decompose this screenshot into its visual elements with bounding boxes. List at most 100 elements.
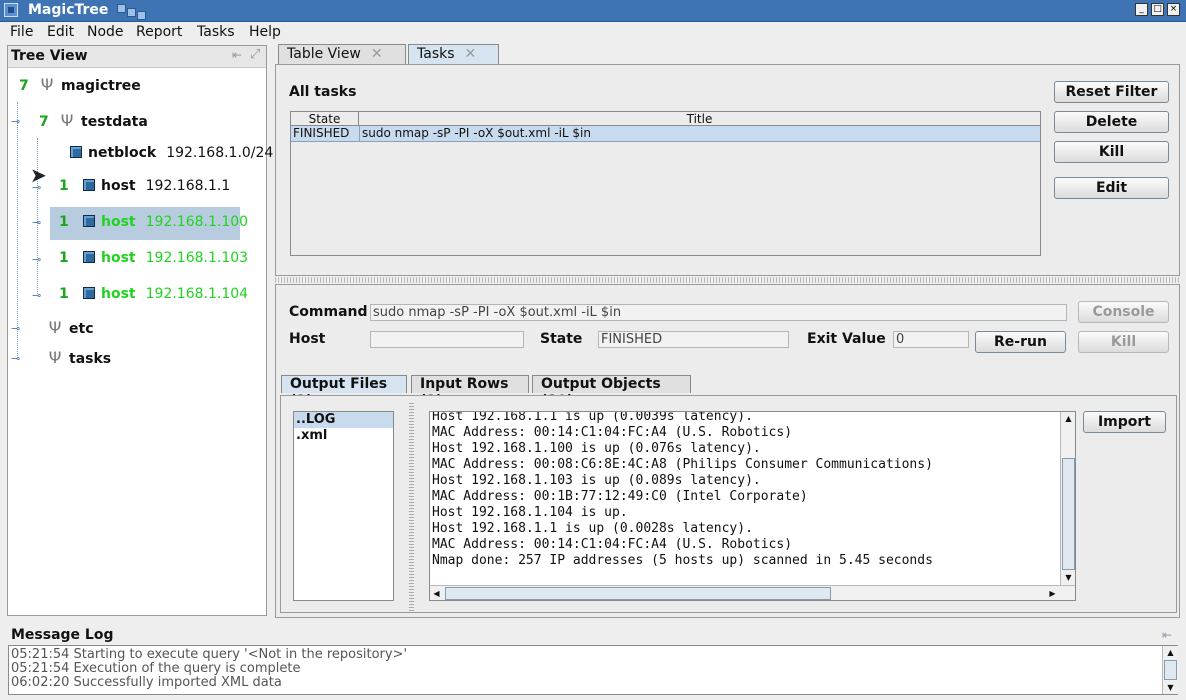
tree-node-magictree[interactable]: 7 Ψmagictree <box>19 75 141 97</box>
minimize-panel-icon[interactable]: ⇤ <box>232 48 242 62</box>
split-divider[interactable] <box>409 401 414 611</box>
scroll-up-icon[interactable]: ▲ <box>1062 412 1075 425</box>
close-icon[interactable]: × <box>1167 3 1180 16</box>
task-detail-area: Command sudo nmap -sP -PI -oX $out.xml -… <box>275 284 1180 618</box>
log-line: 06:02:20 Successfully imported XML data <box>11 675 282 690</box>
cube-icon <box>83 179 95 191</box>
maximize-panel-icon[interactable]: ⤢ <box>250 47 260 62</box>
command-field[interactable]: sudo nmap -sP -PI -oX $out.xml -iL $in <box>370 304 1067 321</box>
expand-toggle-icon[interactable]: ⊸ <box>32 253 41 266</box>
expand-toggle-icon[interactable]: ⊸ <box>11 352 20 365</box>
tree-node-netblock[interactable]: netblock 192.168.1.0/24 <box>60 145 273 167</box>
tree-node-host-104[interactable]: 1 host 192.168.1.104 <box>59 286 248 308</box>
console-button[interactable]: Console <box>1078 301 1169 323</box>
output-text-area[interactable]: Host 192.168.1.1 is up (0.0039s latency)… <box>429 411 1076 601</box>
exit-value-field[interactable]: 0 <box>893 331 969 348</box>
delete-button[interactable]: Delete <box>1054 111 1169 133</box>
maximize-icon[interactable]: □ <box>1151 3 1164 16</box>
title-bar: MagicTree _ □ × <box>0 0 1186 22</box>
menu-node[interactable]: Node <box>87 24 124 40</box>
scroll-right-icon[interactable]: ▶ <box>1046 587 1059 600</box>
cell-title: sudo nmap -sP -PI -oX $out.xml -iL $in <box>362 126 591 140</box>
host-label: Host <box>289 331 326 347</box>
tab-output-files[interactable]: Output Files (2) <box>281 375 407 409</box>
menu-edit[interactable]: Edit <box>47 24 74 40</box>
expand-toggle-icon[interactable]: ⊸ <box>11 322 20 335</box>
cell-divider <box>359 126 360 141</box>
scroll-thumb[interactable] <box>445 587 831 600</box>
column-header-state[interactable]: State <box>291 112 359 126</box>
main-panel: Table View ✕ Tasks ✕ All tasks State Title… <box>275 44 1180 618</box>
node-label: etc <box>69 321 94 337</box>
tab-tasks[interactable]: Tasks ✕ <box>408 44 499 64</box>
node-label: magictree <box>61 78 141 94</box>
vertical-scrollbar[interactable]: ▲ ▼ <box>1060 412 1075 585</box>
tab-table-view[interactable]: Table View ✕ <box>278 44 406 64</box>
horizontal-scrollbar[interactable]: ◀ ▶ <box>430 585 1075 600</box>
column-header-title[interactable]: Title <box>359 112 1040 126</box>
split-divider[interactable] <box>275 277 1180 283</box>
menu-tasks[interactable]: Tasks <box>197 24 235 40</box>
tree-node-host-1[interactable]: 1 host 192.168.1.1 <box>59 178 230 200</box>
scroll-thumb[interactable] <box>1062 458 1075 570</box>
output-files-panel: ..LOG .xml Host 192.168.1.1 is up (0.003… <box>280 395 1177 613</box>
rerun-button[interactable]: Re-run <box>975 331 1066 353</box>
tree-node-testdata[interactable]: 7 Ψtestdata <box>39 111 148 133</box>
vertical-scrollbar[interactable]: ▲ ▼ <box>1162 646 1178 694</box>
host-field[interactable] <box>370 331 524 348</box>
state-field[interactable]: FINISHED <box>598 331 789 348</box>
expand-toggle-icon[interactable]: ⊸ <box>32 216 41 229</box>
expand-toggle-icon[interactable]: ⊸ <box>32 289 41 302</box>
reset-filter-button[interactable]: Reset Filter <box>1054 81 1169 103</box>
expand-toggle-icon[interactable]: ⊸ <box>11 115 20 128</box>
close-tab-icon[interactable]: ✕ <box>465 46 477 62</box>
log-line: 05:21:54 Starting to execute query '<Not… <box>11 647 408 662</box>
menu-help[interactable]: Help <box>249 24 281 40</box>
output-line: MAC Address: 00:14:C1:04:FC:A4 (U.S. Rob… <box>432 425 793 440</box>
table-row[interactable]: FINISHED sudo nmap -sP -PI -oX $out.xml … <box>291 126 1040 142</box>
node-count: 7 <box>39 114 49 130</box>
node-label: host <box>101 214 136 230</box>
output-line: MAC Address: 00:1B:77:12:49:C0 (Intel Co… <box>432 489 808 504</box>
output-line: Nmap done: 257 IP addresses (5 hosts up)… <box>432 553 933 568</box>
import-button[interactable]: Import <box>1083 411 1166 433</box>
kill-button[interactable]: Kill <box>1078 331 1169 353</box>
scroll-thumb[interactable] <box>1164 660 1177 680</box>
node-address: 192.168.1.1 <box>145 178 231 194</box>
node-label: host <box>101 250 136 266</box>
cell-state: FINISHED <box>293 126 350 140</box>
file-item-xml[interactable]: .xml <box>294 428 393 444</box>
output-line: Host 192.168.1.1 is up (0.0028s latency)… <box>432 521 753 536</box>
tree-node-host-100[interactable]: 1 host 192.168.1.100 <box>59 214 248 236</box>
scroll-left-icon[interactable]: ◀ <box>430 587 443 600</box>
edit-button[interactable]: Edit <box>1054 177 1169 199</box>
tree-view-header: Tree View ⇤ ⤢ <box>8 46 266 68</box>
message-log-header: Message Log ⇤ <box>8 626 1178 644</box>
menu-report[interactable]: Report <box>136 24 182 40</box>
tab-input-rows[interactable]: Input Rows (2) <box>411 375 529 409</box>
kill-task-button[interactable]: Kill <box>1054 141 1169 163</box>
message-log-title: Message Log <box>11 627 114 643</box>
minimize-panel-icon[interactable]: ⇤ <box>1162 628 1172 642</box>
title-decoration-icon <box>117 4 126 13</box>
tree-node-etc[interactable]: Ψetc <box>41 318 94 340</box>
tree-node-tasks[interactable]: Ψtasks <box>41 348 111 370</box>
node-label: host <box>101 178 136 194</box>
tree-connector <box>17 102 18 358</box>
output-line: Host 192.168.1.1 is up (0.0039s latency)… <box>432 411 753 424</box>
tree-node-host-103[interactable]: 1 host 192.168.1.103 <box>59 250 248 272</box>
node-count: 1 <box>59 286 69 302</box>
scroll-up-icon[interactable]: ▲ <box>1164 646 1177 659</box>
minimize-icon[interactable]: _ <box>1135 3 1148 16</box>
menu-file[interactable]: File <box>10 24 33 40</box>
scroll-down-icon[interactable]: ▼ <box>1164 681 1177 694</box>
close-tab-icon[interactable]: ✕ <box>371 46 383 62</box>
tab-output-objects[interactable]: Output Objects (10) <box>532 375 691 409</box>
app-icon <box>4 3 18 17</box>
file-item-log[interactable]: ..LOG <box>294 412 393 428</box>
node-label: netblock <box>88 145 157 161</box>
expand-toggle-icon[interactable]: ⊸ <box>32 181 41 194</box>
scroll-down-icon[interactable]: ▼ <box>1062 571 1075 584</box>
cube-icon <box>83 215 95 227</box>
cube-icon <box>83 287 95 299</box>
